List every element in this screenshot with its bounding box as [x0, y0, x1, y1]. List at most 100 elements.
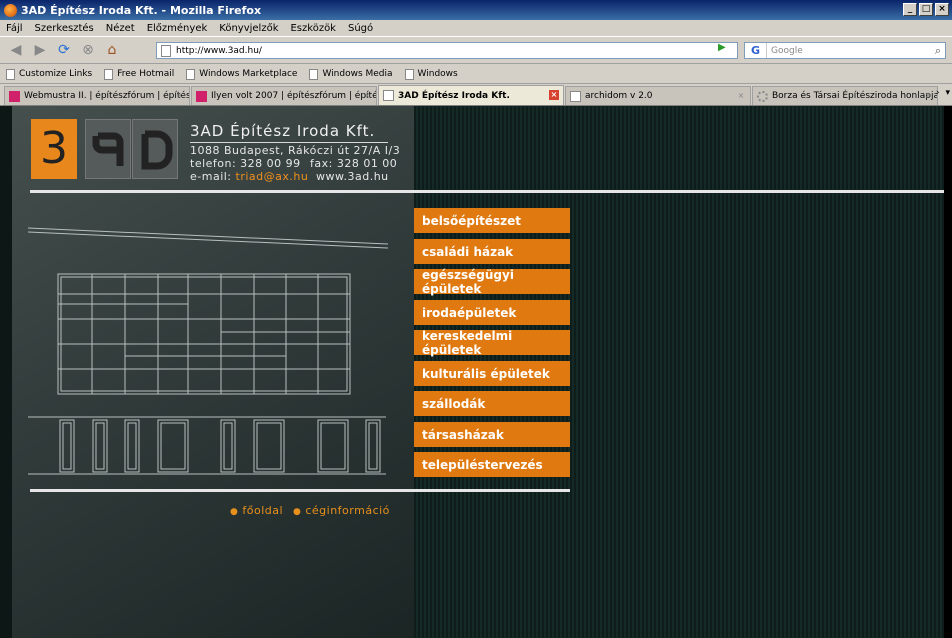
maximize-button[interactable]: □ [919, 3, 933, 16]
menu-edit[interactable]: Szerkesztés [35, 23, 94, 34]
logo-3-box[interactable]: 3 [31, 119, 77, 179]
close-tab-icon[interactable]: × [923, 91, 933, 101]
logo-a-box[interactable] [85, 119, 131, 179]
bookmark-label: Windows Media [322, 69, 393, 79]
search-placeholder: Google [771, 45, 803, 56]
back-icon[interactable]: ◀ [6, 40, 26, 60]
reload-icon[interactable]: ⟳ [54, 40, 74, 60]
address-text: http://www.3ad.hu/ [176, 45, 262, 56]
bookmark-label: Windows [417, 69, 458, 79]
forward-icon[interactable]: ▶ [30, 40, 50, 60]
menu-interior-design[interactable]: belsőépítészet [414, 208, 570, 233]
menu-office-buildings[interactable]: irodaépületek [414, 300, 570, 325]
page-icon [6, 68, 15, 80]
menu-bar: Fájl Szerkesztés Nézet Előzmények Könyvj… [0, 20, 952, 36]
bookmark-label: Free Hotmail [117, 69, 175, 79]
logo-a-glyph [92, 132, 124, 166]
email-link[interactable]: triad@ax.hu [236, 170, 309, 183]
footer-link-company-info[interactable]: ● céginformáció [293, 504, 390, 517]
tab-active[interactable]: 3AD Építész Iroda Kft. × [378, 85, 564, 105]
menu-hotels[interactable]: szállodák [414, 391, 570, 416]
favicon [383, 90, 394, 101]
menu-urban-planning[interactable]: településtervezés [414, 452, 570, 477]
scrollbar-edge [944, 106, 952, 638]
list-tabs-icon[interactable]: ▾ [945, 88, 950, 98]
close-tab-icon[interactable]: × [549, 90, 559, 100]
address-bar[interactable]: http://www.3ad.hu/ [156, 42, 738, 59]
tab[interactable]: archidom v 2.0 × [565, 86, 751, 105]
menu-commercial-buildings[interactable]: kereskedelmi épületek [414, 329, 570, 357]
stop-icon[interactable]: ⊗ [78, 40, 98, 60]
logo-d-box[interactable] [132, 119, 178, 179]
menu-apartment-buildings[interactable]: társasházak [414, 422, 570, 447]
menu-history[interactable]: Előzmények [147, 23, 208, 34]
home-icon[interactable]: ⌂ [102, 40, 122, 60]
bullet-icon: ● [293, 507, 302, 517]
bookmark-item[interactable]: Windows Marketplace [186, 68, 298, 80]
menu-family-houses[interactable]: családi házak [414, 239, 570, 264]
bookmark-item[interactable]: Customize Links [6, 68, 93, 80]
favicon [196, 90, 207, 102]
page-icon [309, 68, 319, 80]
menu-view[interactable]: Nézet [106, 23, 135, 34]
divider [190, 142, 388, 143]
footer-link-label: céginformáció [305, 504, 390, 517]
menu-file[interactable]: Fájl [6, 23, 23, 34]
menu-help[interactable]: Súgó [348, 23, 373, 34]
tab[interactable]: Borza és Társai Építésziroda honlapja × [752, 86, 938, 105]
footer-link-home[interactable]: ● főoldal [230, 504, 283, 517]
title-bar: 3AD Építész Iroda Kft. - Mozilla Firefox… [0, 0, 952, 20]
bookmark-item[interactable]: Free Hotmail [104, 68, 175, 80]
close-tab-icon[interactable]: × [736, 91, 746, 101]
bullet-icon: ● [230, 507, 239, 517]
tab[interactable]: Ilyen volt 2007 | építészfórum | építés.… [191, 86, 377, 105]
bookmark-item[interactable]: Windows Media [309, 68, 393, 80]
window-title: 3AD Építész Iroda Kft. - Mozilla Firefox [21, 3, 262, 17]
loading-icon [757, 90, 768, 102]
building-drawing [28, 227, 389, 475]
footer-rule [30, 489, 570, 492]
close-tab-icon[interactable]: × [175, 91, 185, 101]
email-label: e-mail: [190, 170, 232, 183]
header-rule [30, 190, 944, 193]
tab-bar: Webmustra II. | építészfórum | építés...… [0, 85, 952, 106]
menu-tools[interactable]: Eszközök [290, 23, 336, 34]
tab-label: archidom v 2.0 [585, 91, 653, 101]
navigation-toolbar: ◀ ▶ ⟳ ⊗ ⌂ http://www.3ad.hu/ ▶ G Google … [0, 36, 952, 64]
page-icon [404, 68, 414, 80]
bookmark-item[interactable]: Windows [404, 68, 458, 80]
search-icon[interactable]: ⌕ [935, 44, 941, 58]
bookmark-label: Customize Links [19, 69, 93, 79]
minimize-button[interactable]: _ [903, 3, 917, 16]
tab[interactable]: Webmustra II. | építészfórum | építés...… [4, 86, 190, 105]
company-name: 3AD Építész Iroda Kft. [190, 122, 376, 140]
tab-label: Webmustra II. | építészfórum | építés... [24, 91, 190, 101]
firefox-icon [4, 3, 17, 17]
close-button[interactable]: × [935, 3, 949, 16]
favicon [570, 90, 581, 102]
page-icon [161, 44, 171, 57]
search-box[interactable]: G Google ⌕ [744, 42, 946, 59]
google-icon[interactable]: G [745, 43, 767, 58]
tab-label: Borza és Társai Építésziroda honlapja [772, 91, 938, 101]
scroll-tabs-icon[interactable]: › [936, 88, 940, 98]
favicon [9, 90, 20, 102]
fax-number: fax: 328 01 00 [310, 157, 398, 170]
bookmarks-toolbar: Customize Links Free Hotmail Windows Mar… [0, 65, 952, 84]
go-icon[interactable]: ▶ [718, 42, 726, 53]
bookmark-label: Windows Marketplace [199, 69, 298, 79]
footer-link-label: főoldal [242, 504, 284, 517]
email-row: e-mail: triad@ax.hu [190, 170, 308, 183]
menu-bookmarks[interactable]: Könyvjelzők [219, 23, 278, 34]
page-icon [186, 68, 196, 80]
website: www.3ad.hu [316, 170, 389, 183]
tab-label: 3AD Építész Iroda Kft. [398, 90, 510, 101]
company-address: 1088 Budapest, Rákóczi út 27/A I/3 [190, 144, 401, 157]
logo-d-glyph [141, 130, 173, 170]
menu-cultural-buildings[interactable]: kulturális épületek [414, 361, 570, 386]
close-tab-icon[interactable]: × [362, 91, 372, 101]
tab-label: Ilyen volt 2007 | építészfórum | építés.… [211, 91, 377, 101]
menu-healthcare-buildings[interactable]: egészségügyi épületek [414, 268, 570, 296]
page-content: 3 3AD Építész Iroda Kft. 1088 Budapest, … [0, 106, 952, 638]
phone-number: telefon: 328 00 99 [190, 157, 301, 170]
